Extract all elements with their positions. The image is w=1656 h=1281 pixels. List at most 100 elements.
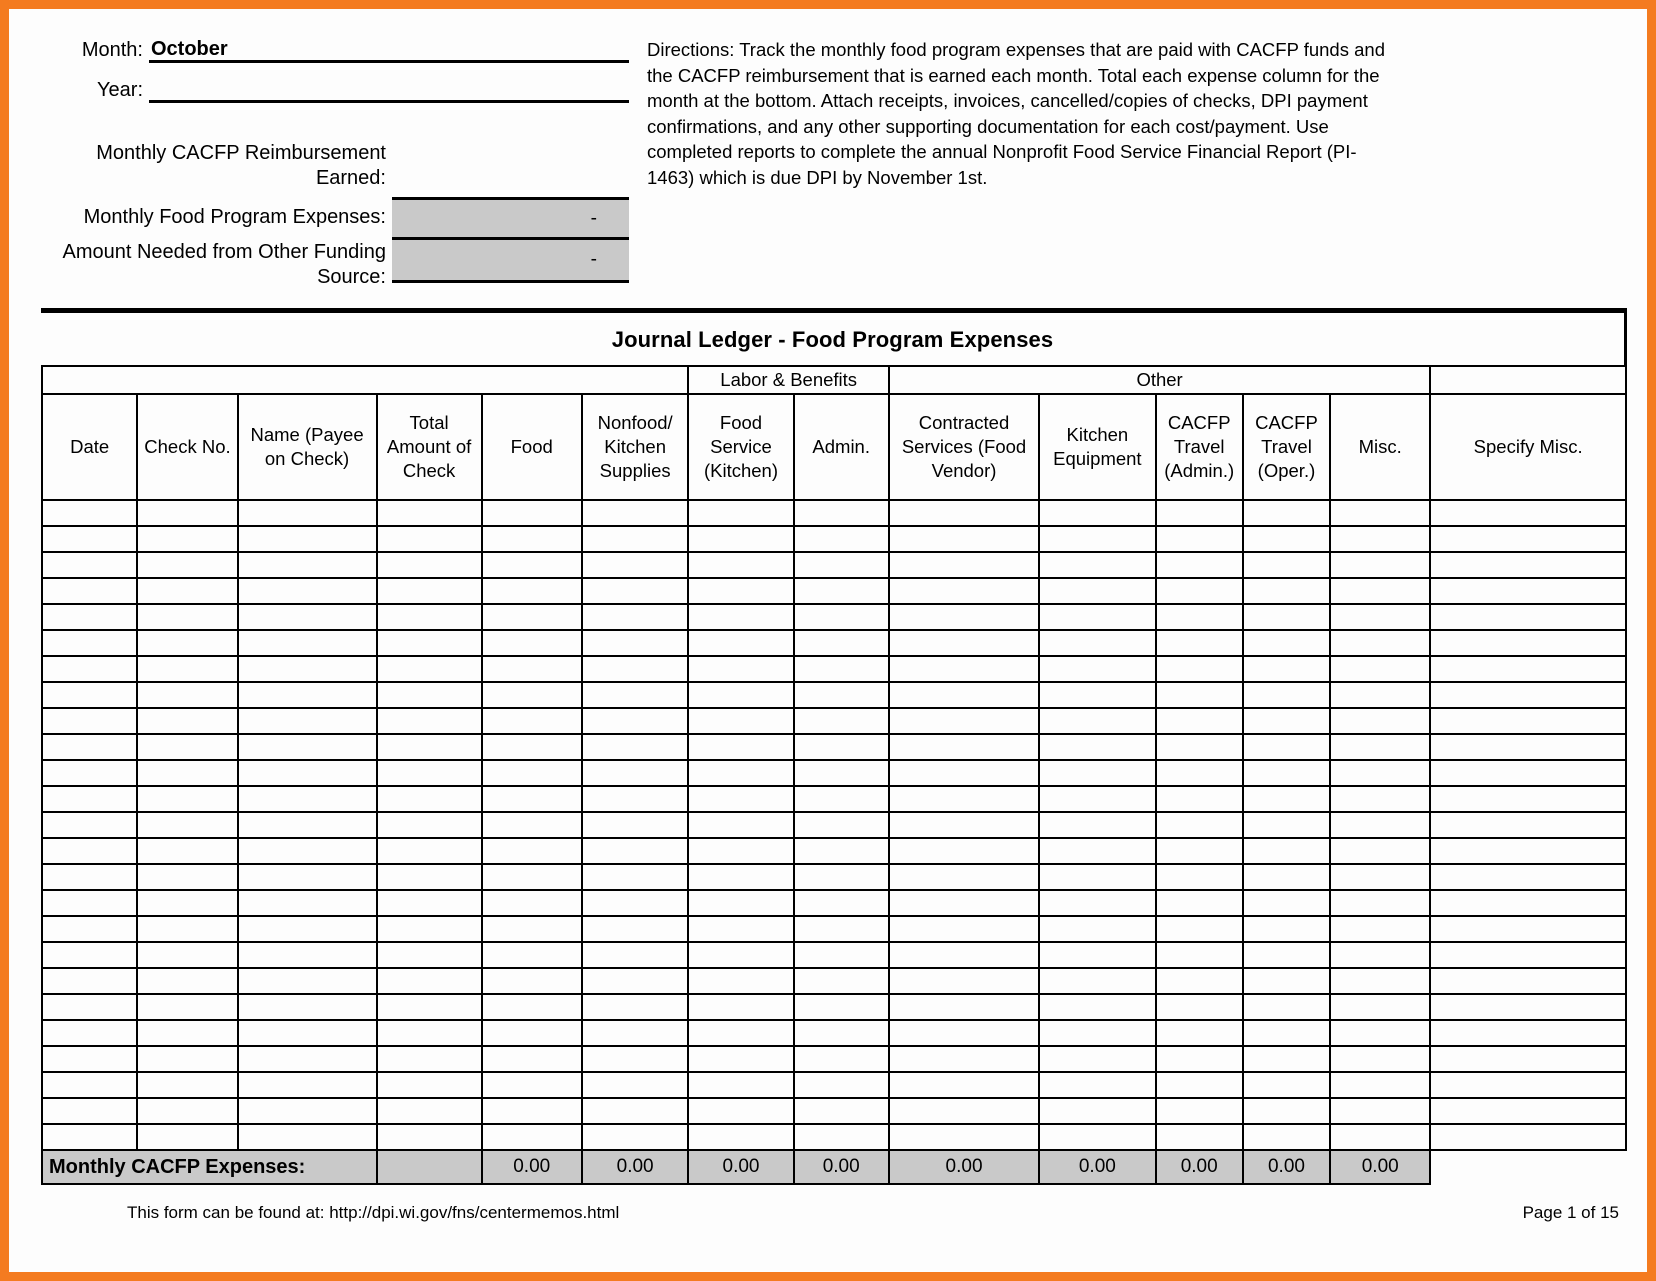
ledger-cell[interactable] <box>236 863 378 891</box>
ledger-cell[interactable] <box>40 1045 139 1073</box>
ledger-cell[interactable] <box>136 1045 239 1073</box>
ledger-cell[interactable] <box>580 499 690 527</box>
ledger-cell[interactable] <box>580 967 690 995</box>
ledger-cell[interactable] <box>1038 577 1157 605</box>
ledger-cell[interactable] <box>580 837 690 865</box>
ledger-cell[interactable] <box>40 993 139 1021</box>
ledger-cell[interactable] <box>40 941 139 969</box>
ledger-cell[interactable] <box>40 889 139 917</box>
ledger-cell[interactable] <box>580 941 690 969</box>
ledger-cell[interactable] <box>1329 733 1432 761</box>
ledger-cell[interactable] <box>236 655 378 683</box>
ledger-cell[interactable] <box>236 915 378 943</box>
ledger-cell[interactable] <box>1038 993 1157 1021</box>
ledger-cell[interactable] <box>580 551 690 579</box>
ledger-cell[interactable] <box>1038 811 1157 839</box>
ledger-cell[interactable] <box>1329 707 1432 735</box>
ledger-cell[interactable] <box>580 785 690 813</box>
ledger-cell[interactable] <box>580 629 690 657</box>
ledger-cell[interactable] <box>1329 915 1432 943</box>
ledger-cell[interactable] <box>40 629 139 657</box>
ledger-cell[interactable] <box>687 629 795 657</box>
ledger-cell[interactable] <box>1241 551 1332 579</box>
ledger-cell[interactable] <box>236 629 378 657</box>
ledger-cell[interactable] <box>687 1097 795 1125</box>
ledger-cell[interactable] <box>1329 1045 1432 1073</box>
ledger-cell[interactable] <box>1038 707 1157 735</box>
ledger-cell[interactable] <box>687 967 795 995</box>
ledger-cell[interactable] <box>1038 785 1157 813</box>
ledger-cell[interactable] <box>1329 837 1432 865</box>
ledger-cell[interactable] <box>40 1019 139 1047</box>
ledger-cell[interactable] <box>887 551 1041 579</box>
ledger-cell[interactable] <box>40 837 139 865</box>
ledger-cell[interactable] <box>1329 577 1432 605</box>
ledger-cell[interactable] <box>480 759 583 787</box>
ledger-cell[interactable] <box>580 1123 690 1151</box>
ledger-cell[interactable] <box>1241 629 1332 657</box>
ledger-cell[interactable] <box>136 1071 239 1099</box>
ledger-cell[interactable] <box>375 863 483 891</box>
ledger-cell[interactable] <box>480 733 583 761</box>
ledger-cell[interactable] <box>1329 785 1432 813</box>
ledger-cell[interactable] <box>792 1071 890 1099</box>
ledger-cell[interactable] <box>1329 681 1432 709</box>
ledger-cell[interactable] <box>136 785 239 813</box>
ledger-cell[interactable] <box>1038 655 1157 683</box>
ledger-cell[interactable] <box>40 759 139 787</box>
ledger-cell[interactable] <box>1329 1123 1432 1151</box>
ledger-cell[interactable] <box>136 1097 239 1125</box>
ledger-cell[interactable] <box>480 577 583 605</box>
ledger-cell[interactable] <box>792 811 890 839</box>
ledger-cell[interactable] <box>375 733 483 761</box>
ledger-cell[interactable] <box>792 837 890 865</box>
ledger-cell[interactable] <box>136 603 239 631</box>
ledger-cell[interactable] <box>236 1097 378 1125</box>
ledger-cell[interactable] <box>580 655 690 683</box>
ledger-cell[interactable] <box>136 629 239 657</box>
ledger-cell[interactable] <box>1154 1097 1244 1125</box>
ledger-cell[interactable] <box>1241 889 1332 917</box>
ledger-cell[interactable] <box>480 863 583 891</box>
ledger-cell[interactable] <box>887 811 1041 839</box>
ledger-cell[interactable] <box>480 1097 583 1125</box>
ledger-cell[interactable] <box>1154 915 1244 943</box>
ledger-cell[interactable] <box>1038 1019 1157 1047</box>
ledger-cell[interactable] <box>1329 993 1432 1021</box>
ledger-cell[interactable] <box>887 759 1041 787</box>
ledger-cell[interactable] <box>40 967 139 995</box>
ledger-cell[interactable] <box>1329 811 1432 839</box>
ledger-cell[interactable] <box>580 525 690 553</box>
ledger-cell[interactable] <box>687 889 795 917</box>
ledger-cell[interactable] <box>375 551 483 579</box>
ledger-cell[interactable] <box>580 733 690 761</box>
ledger-cell[interactable] <box>40 1123 139 1151</box>
ledger-cell[interactable] <box>580 1071 690 1099</box>
ledger-cell[interactable] <box>1429 603 1627 631</box>
ledger-cell[interactable] <box>1429 889 1627 917</box>
ledger-cell[interactable] <box>375 499 483 527</box>
ledger-cell[interactable] <box>1038 499 1157 527</box>
ledger-cell[interactable] <box>1429 863 1627 891</box>
ledger-cell[interactable] <box>887 863 1041 891</box>
ledger-cell[interactable] <box>1329 1097 1432 1125</box>
ledger-cell[interactable] <box>236 525 378 553</box>
ledger-cell[interactable] <box>687 863 795 891</box>
ledger-cell[interactable] <box>480 993 583 1021</box>
ledger-cell[interactable] <box>375 915 483 943</box>
ledger-cell[interactable] <box>1429 733 1627 761</box>
ledger-cell[interactable] <box>887 1071 1041 1099</box>
ledger-cell[interactable] <box>1154 603 1244 631</box>
ledger-cell[interactable] <box>887 967 1041 995</box>
ledger-cell[interactable] <box>136 733 239 761</box>
ledger-cell[interactable] <box>687 707 795 735</box>
ledger-cell[interactable] <box>887 499 1041 527</box>
ledger-cell[interactable] <box>375 655 483 683</box>
ledger-cell[interactable] <box>1429 915 1627 943</box>
ledger-cell[interactable] <box>480 525 583 553</box>
month-input[interactable]: October <box>149 37 629 63</box>
ledger-cell[interactable] <box>687 655 795 683</box>
ledger-cell[interactable] <box>375 837 483 865</box>
ledger-cell[interactable] <box>480 915 583 943</box>
ledger-cell[interactable] <box>1429 577 1627 605</box>
